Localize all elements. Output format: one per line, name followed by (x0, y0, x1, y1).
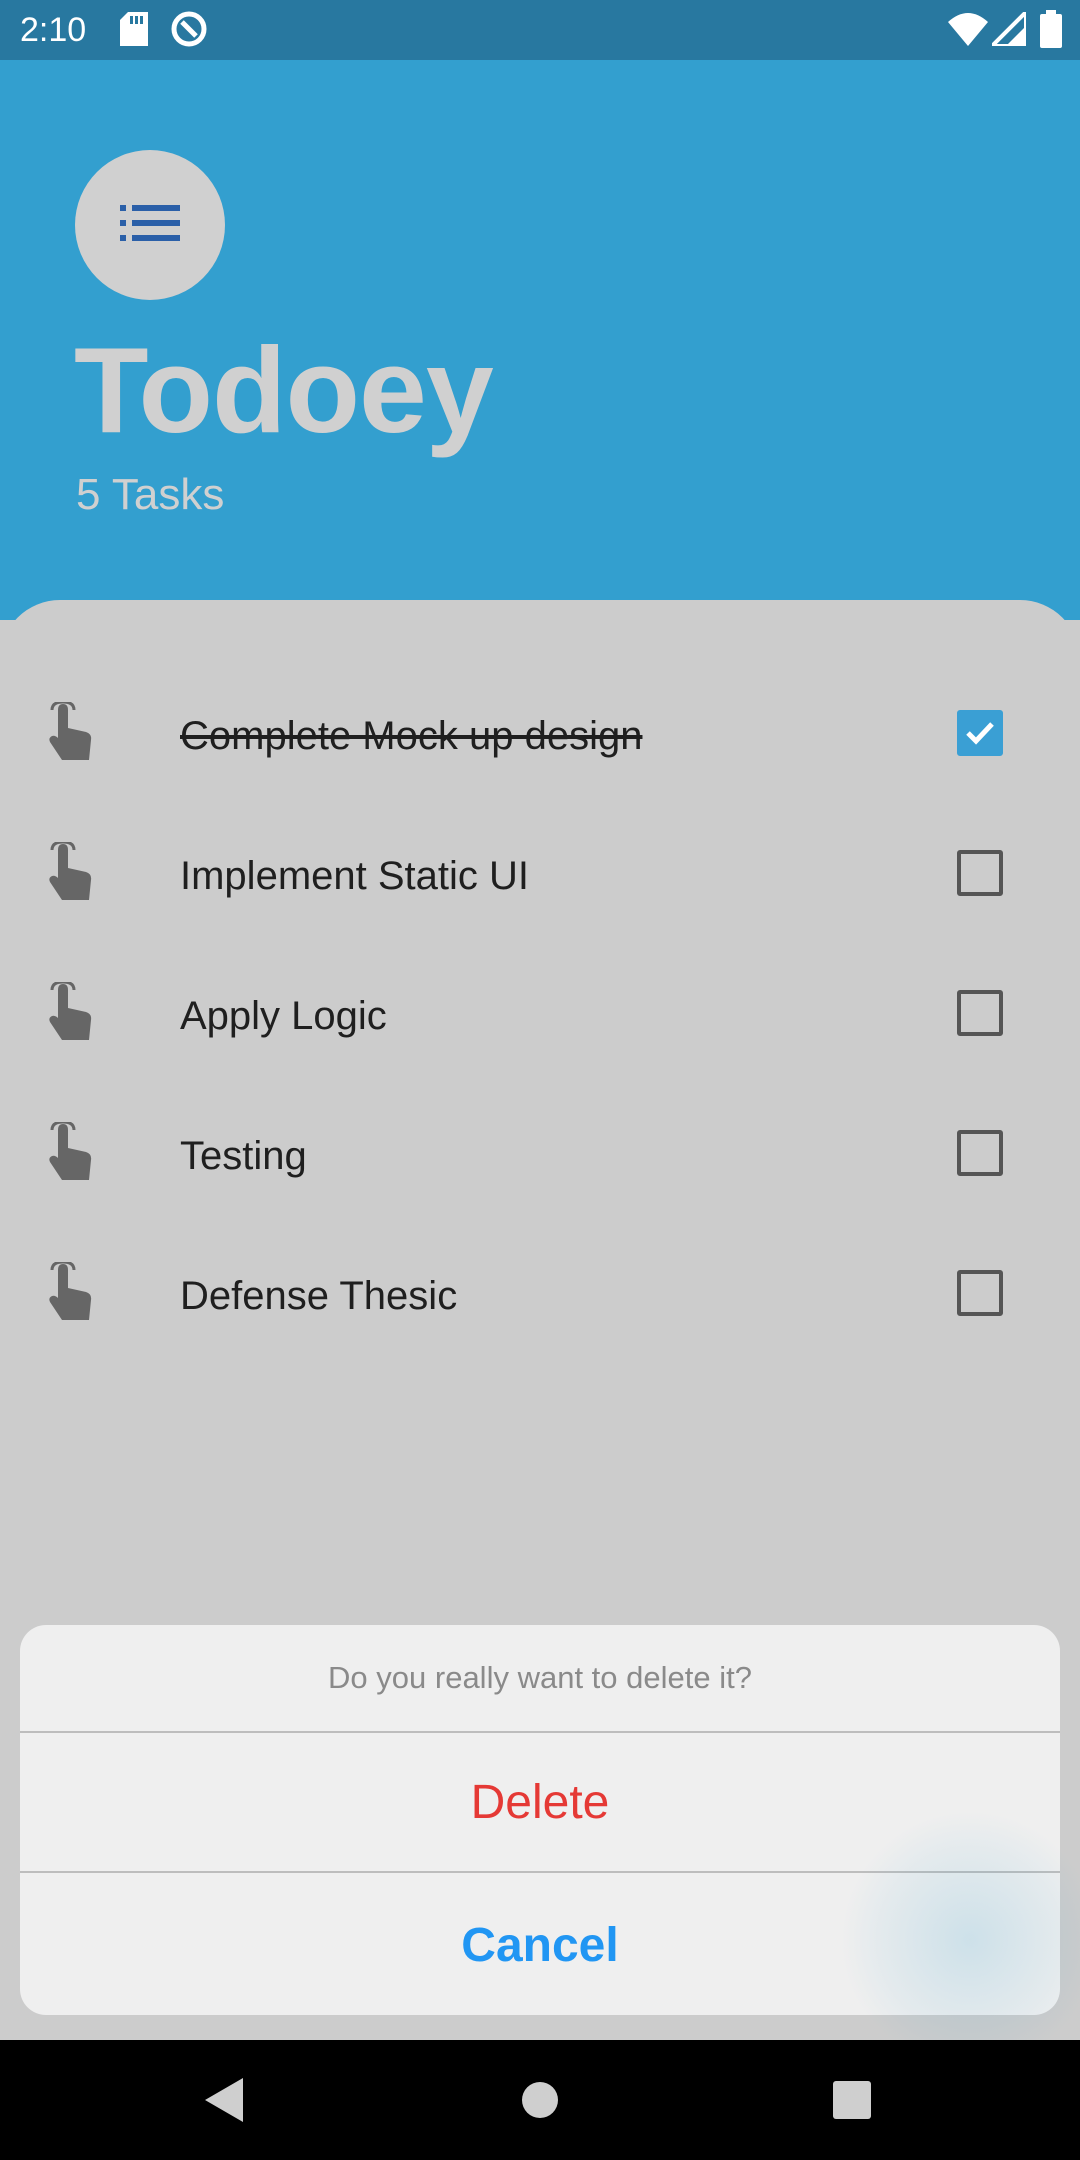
task-checkbox[interactable] (957, 990, 1003, 1036)
task-checkbox[interactable] (957, 710, 1003, 756)
sd-card-icon (120, 12, 148, 50)
status-bar: 2:10 (0, 0, 1080, 60)
battery-icon (1040, 10, 1062, 52)
data-saver-icon (170, 10, 208, 52)
task-row[interactable]: Defense Thesic (0, 1230, 1080, 1370)
wifi-icon (948, 12, 988, 50)
task-label: Defense Thesic (180, 1274, 458, 1318)
list-icon (120, 205, 180, 245)
task-row[interactable]: Testing (0, 1090, 1080, 1230)
task-row[interactable]: Complete Mock up design (0, 670, 1080, 810)
task-row[interactable]: Apply Logic (0, 950, 1080, 1090)
task-label: Complete Mock up design (180, 714, 643, 758)
task-label: Testing (180, 1134, 307, 1178)
task-checkbox[interactable] (957, 1270, 1003, 1316)
task-row[interactable]: Implement Static UI (0, 810, 1080, 950)
task-checkbox[interactable] (957, 1130, 1003, 1176)
system-nav-bar (0, 2040, 1080, 2160)
touch-icon (46, 980, 96, 1042)
back-icon[interactable] (195, 2070, 255, 2130)
task-label: Apply Logic (180, 994, 387, 1038)
task-count: 5 Tasks (76, 470, 225, 519)
recents-icon[interactable] (822, 2070, 882, 2130)
touch-icon (46, 1120, 96, 1182)
app-header: Todoey 5 Tasks (0, 60, 1080, 620)
cell-signal-icon (987, 7, 1028, 50)
app-logo (75, 150, 225, 300)
sheet-message: Do you really want to delete it? (20, 1625, 1060, 1733)
touch-icon (46, 700, 96, 762)
task-label: Implement Static UI (180, 854, 530, 898)
touch-icon (46, 1260, 96, 1322)
task-checkbox[interactable] (957, 850, 1003, 896)
home-icon[interactable] (510, 2070, 570, 2130)
status-time: 2:10 (20, 11, 87, 49)
touch-icon (46, 840, 96, 902)
app-title: Todoey (74, 322, 494, 458)
